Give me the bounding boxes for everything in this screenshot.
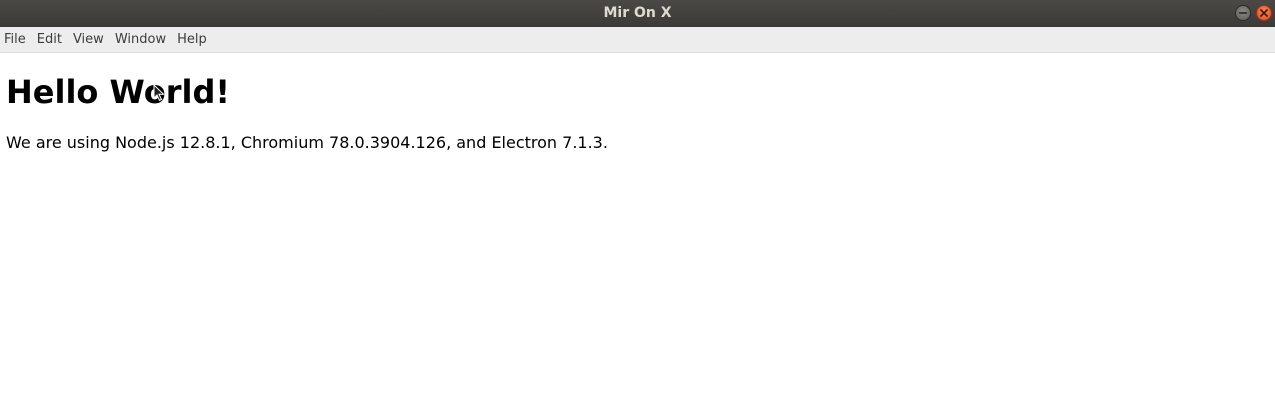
menu-window[interactable]: Window: [110, 27, 172, 53]
close-icon: [1260, 9, 1268, 17]
close-button[interactable]: [1256, 5, 1272, 21]
page-heading: Hello World!: [6, 73, 230, 111]
page-content: Hello World! We are using Node.js 12.8.1…: [0, 53, 1275, 407]
app-window: Mir On X File Edit View Window Help Hell…: [0, 0, 1275, 407]
menu-bar: File Edit View Window Help: [0, 27, 1275, 53]
minimize-button[interactable]: [1235, 5, 1251, 21]
minimize-icon: [1239, 12, 1247, 14]
window-title: Mir On X: [603, 5, 672, 21]
menu-help[interactable]: Help: [172, 27, 213, 53]
title-bar[interactable]: Mir On X: [0, 0, 1275, 27]
menu-view[interactable]: View: [68, 27, 110, 53]
version-info-text: We are using Node.js 12.8.1, Chromium 78…: [6, 133, 608, 152]
menu-file[interactable]: File: [0, 27, 32, 53]
menu-edit[interactable]: Edit: [32, 27, 68, 53]
